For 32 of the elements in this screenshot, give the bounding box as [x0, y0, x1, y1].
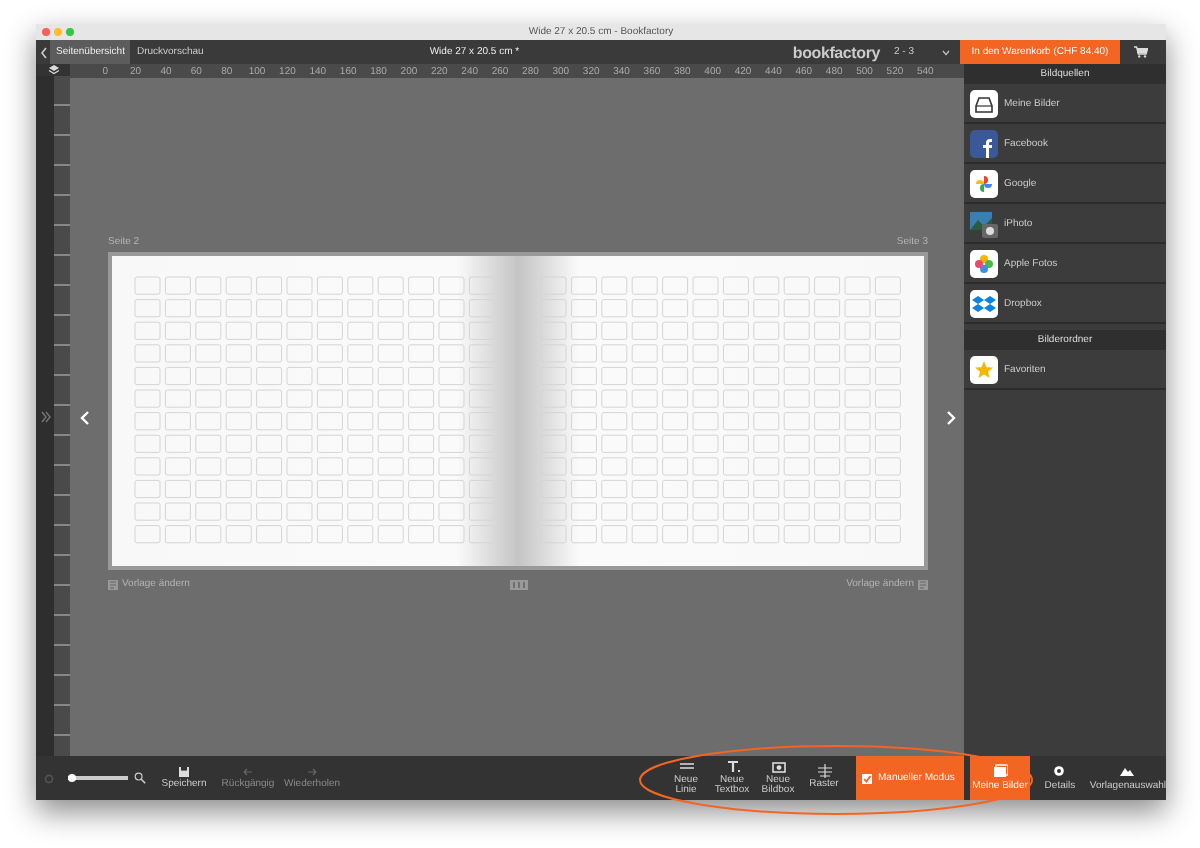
layout-icon[interactable] — [918, 579, 928, 589]
settings-icon[interactable] — [44, 773, 54, 783]
letter-f-tile-icon — [970, 129, 998, 157]
arrow-right-icon — [306, 765, 318, 778]
cart-icon[interactable] — [1134, 46, 1148, 58]
photo-stack-icon — [970, 209, 998, 237]
star-icon — [970, 355, 998, 383]
logo: bookfactory — [792, 43, 880, 61]
back-chevron-icon[interactable] — [40, 45, 48, 59]
flower-icon — [970, 249, 998, 277]
expand-handle-icon[interactable] — [39, 409, 51, 423]
chevron-down-icon[interactable] — [942, 49, 950, 55]
letter-t-icon — [725, 759, 739, 773]
settings-icon — [1052, 764, 1067, 778]
camera-icon — [771, 759, 785, 773]
layers-icon[interactable] — [47, 64, 59, 76]
open-box-icon — [970, 289, 998, 317]
mountain-icon — [1120, 764, 1135, 778]
zoom-icon[interactable] — [134, 772, 146, 784]
pinwheel-icon — [970, 169, 998, 197]
previous-page-icon[interactable] — [80, 409, 90, 425]
grid-icon — [817, 764, 831, 779]
checkbox[interactable] — [862, 773, 872, 783]
drive-icon — [970, 89, 998, 117]
line-icon — [679, 759, 693, 773]
swap-pages-icon[interactable] — [509, 579, 527, 589]
check-icon — [862, 773, 872, 783]
image-stack-icon — [993, 764, 1007, 778]
next-page-icon[interactable] — [946, 409, 956, 425]
slider-thumb[interactable] — [67, 773, 75, 782]
layout-icon[interactable] — [108, 579, 118, 589]
arrow-left-icon — [242, 765, 254, 778]
